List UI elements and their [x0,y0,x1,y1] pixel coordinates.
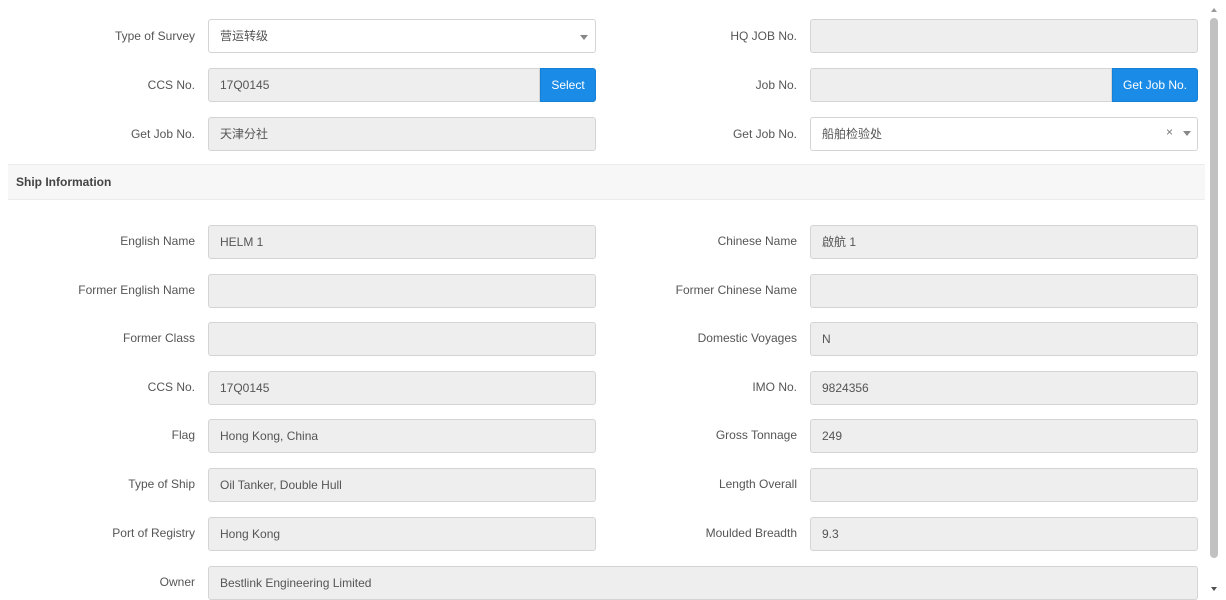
former-class-field[interactable] [208,322,596,356]
hq-job-no-field[interactable] [810,19,1198,53]
scroll-down-arrow-icon[interactable] [1211,587,1217,591]
domestic-voyages-field[interactable]: N [810,322,1198,356]
job-no-label: Job No. [755,78,797,92]
ship-information-header: Ship Information [8,164,1205,200]
chevron-down-icon[interactable] [1183,131,1191,136]
flag-field[interactable]: Hong Kong, China [208,419,596,453]
owner-field[interactable]: Bestlink Engineering Limited [208,566,1198,600]
ccs-no-value: 17Q0145 [220,78,270,92]
imo-no-field[interactable]: 9824356 [810,371,1198,405]
gross-tonnage-label: Gross Tonnage [715,428,797,442]
moulded-breadth-label: Moulded Breadth [705,526,797,540]
type-of-ship-label: Type of Ship [128,477,195,491]
imo-no-label: IMO No. [752,380,797,394]
domestic-voyages-label: Domestic Voyages [697,331,797,345]
get-job-no-left-field[interactable]: 天津分社 [208,117,596,151]
type-of-ship-field[interactable]: Oil Tanker, Double Hull [208,468,596,502]
scroll-up-arrow-icon[interactable] [1211,8,1217,12]
ship-ccs-no-label: CCS No. [147,380,195,394]
length-overall-field[interactable] [810,468,1198,502]
chinese-name-field[interactable]: 啟航 1 [810,225,1198,259]
get-job-no-button[interactable]: Get Job No. [1112,68,1198,102]
moulded-breadth-field[interactable]: 9.3 [810,517,1198,551]
select-button[interactable]: Select [540,68,596,102]
former-class-label: Former Class [122,331,195,345]
length-overall-label: Length Overall [718,477,797,491]
english-name-field[interactable]: HELM 1 [208,225,596,259]
chevron-down-icon[interactable] [580,35,588,40]
port-of-registry-label: Port of Registry [112,526,195,540]
former-chinese-name-field[interactable] [810,274,1198,308]
english-name-label: English Name [120,234,195,248]
ccs-no-field[interactable]: 17Q0145 [208,68,540,102]
type-of-survey-label: Type of Survey [114,29,195,43]
chinese-name-label: Chinese Name [717,234,797,248]
former-english-name-field[interactable] [208,274,596,308]
gross-tonnage-field[interactable]: 249 [810,419,1198,453]
type-of-survey-select[interactable]: 营运转级 [208,19,596,53]
get-job-no-right-value: 船舶检验处 [822,127,883,141]
job-no-field[interactable] [810,68,1112,102]
port-of-registry-field[interactable]: Hong Kong [208,517,596,551]
get-job-no-right-select[interactable]: 船舶检验处 [810,117,1198,151]
type-of-survey-value: 营运转级 [220,29,269,43]
get-job-no-left-label: Get Job No. [130,127,195,141]
clear-icon[interactable]: × [1166,126,1173,138]
flag-label: Flag [171,428,195,442]
ship-ccs-no-field[interactable]: 17Q0145 [208,371,596,405]
get-job-no-left-value: 天津分社 [220,127,269,141]
former-chinese-name-label: Former Chinese Name [675,283,797,297]
owner-label: Owner [159,575,195,589]
get-job-no-right-label: Get Job No. [732,127,797,141]
ccs-no-label: CCS No. [147,78,195,92]
scrollbar-thumb[interactable] [1210,18,1218,558]
former-english-name-label: Former English Name [78,283,195,297]
hq-job-no-label: HQ JOB No. [730,29,797,43]
